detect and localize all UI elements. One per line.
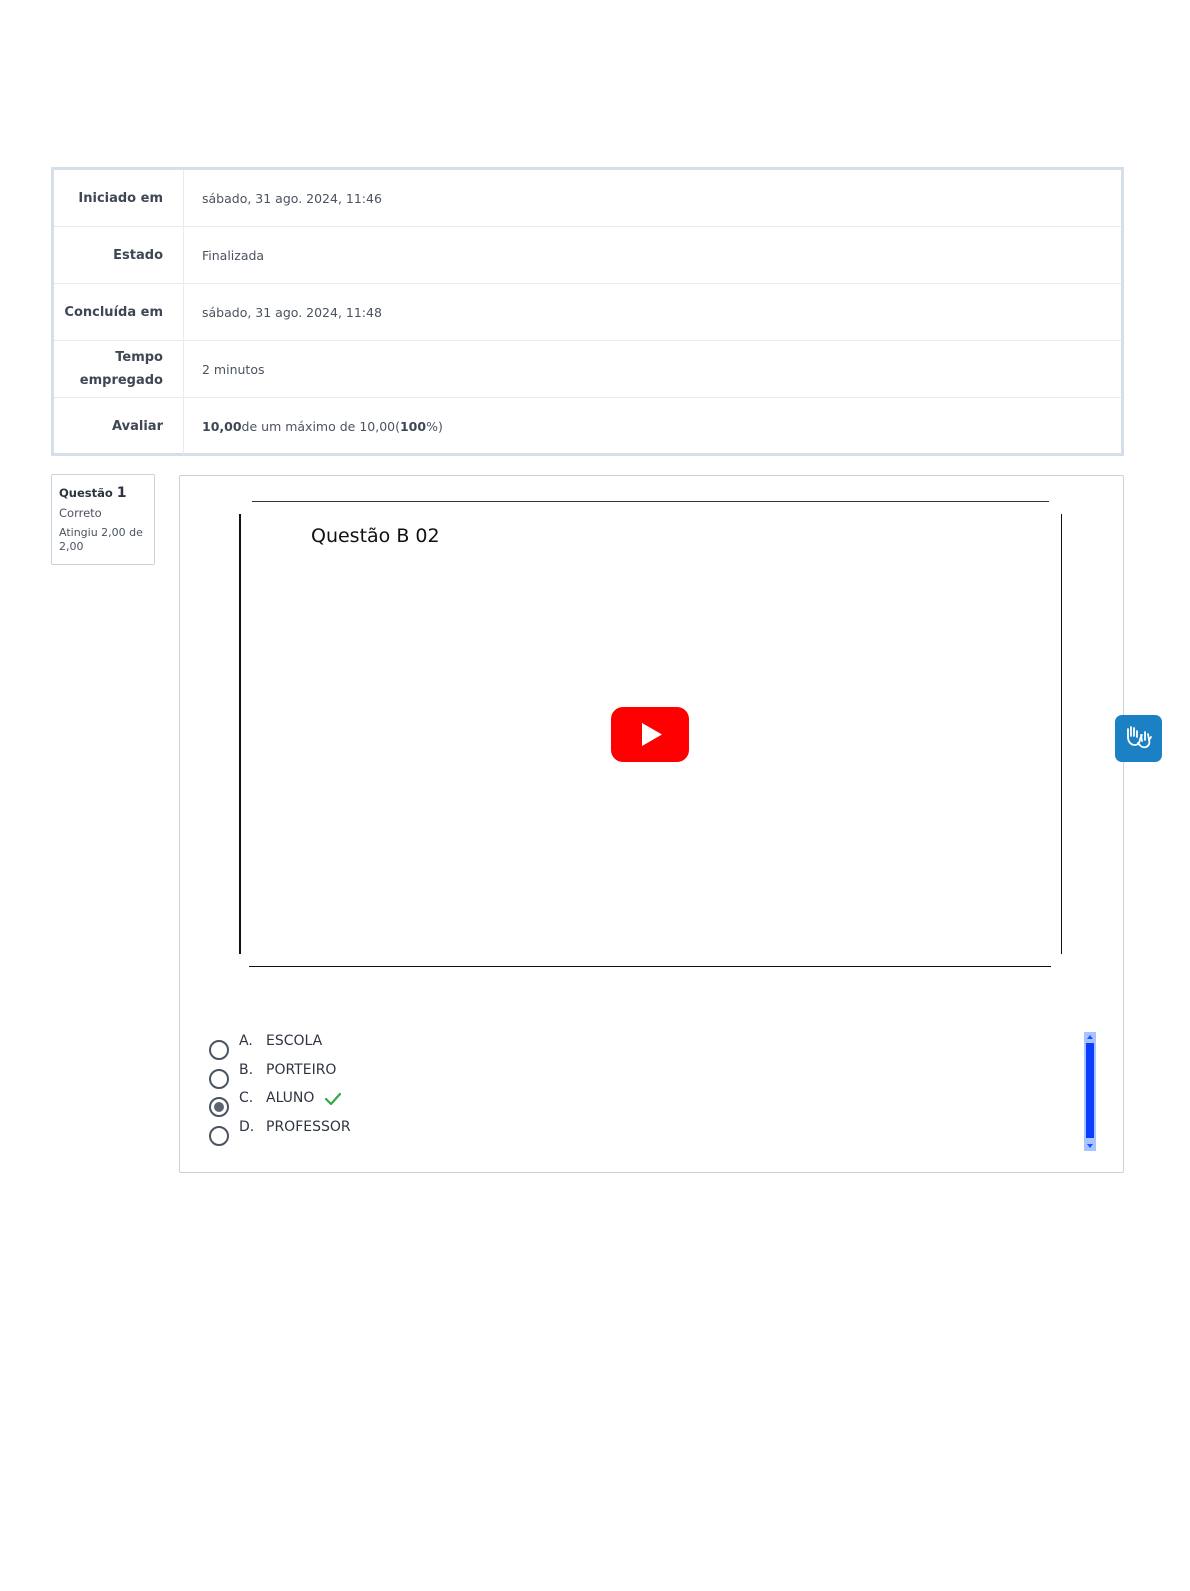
answers-scrollbar[interactable] bbox=[1084, 1032, 1096, 1151]
summary-row-state: Estado Finalizada bbox=[54, 227, 1121, 284]
summary-row-started: Iniciado em sábado, 31 ago. 2024, 11:46 bbox=[54, 170, 1121, 227]
summary-value: sábado, 31 ago. 2024, 11:48 bbox=[202, 304, 382, 320]
sign-language-hands-icon bbox=[1127, 726, 1152, 749]
summary-row-completed: Concluída em sábado, 31 ago. 2024, 11:48 bbox=[54, 284, 1121, 341]
answer-options: A. ESCOLA B. PORTEIRO C. ALUNO D. PROFES… bbox=[208, 1033, 1088, 1153]
summary-value-grade: 10,00 de um máximo de 10,00(100%) bbox=[184, 398, 1121, 455]
grade-score: 10,00 bbox=[202, 419, 242, 434]
youtube-play-icon[interactable] bbox=[611, 707, 689, 762]
attempt-summary-table: Iniciado em sábado, 31 ago. 2024, 11:46 … bbox=[51, 167, 1124, 456]
scroll-up-arrow-icon[interactable] bbox=[1087, 1035, 1093, 1039]
answer-text: PORTEIRO bbox=[266, 1062, 337, 1078]
grade-max-text: de um máximo de 10,00( bbox=[241, 419, 400, 434]
question-content: Questão B 02 A. ESCOLA B. PORTEIRO C. AL… bbox=[179, 475, 1124, 1173]
grade-percent: 100 bbox=[399, 419, 427, 434]
summary-row-time-taken: Tempo empregado 2 minutos bbox=[54, 341, 1121, 398]
summary-label: Concluída em bbox=[54, 284, 184, 340]
video-embed[interactable]: Questão B 02 bbox=[237, 501, 1064, 967]
summary-value: sábado, 31 ago. 2024, 11:46 bbox=[202, 190, 382, 206]
answer-letter: C. bbox=[239, 1090, 254, 1106]
question-number: 1 bbox=[116, 485, 127, 501]
answer-text: ALUNO bbox=[266, 1090, 315, 1106]
answer-option-a[interactable]: A. ESCOLA bbox=[208, 1033, 608, 1061]
summary-label: Estado bbox=[54, 227, 184, 283]
summary-value: Finalizada bbox=[202, 247, 265, 263]
question-prefix: Questão bbox=[59, 486, 113, 500]
radio-button[interactable] bbox=[209, 1126, 229, 1146]
answer-letter: A. bbox=[239, 1033, 253, 1049]
question-number-title: Questão 1 bbox=[59, 485, 148, 501]
question-grade: Atingiu 2,00 de 2,00 bbox=[59, 526, 143, 553]
answer-letter: B. bbox=[239, 1062, 254, 1078]
summary-label: Iniciado em bbox=[54, 170, 184, 226]
accessibility-sign-language-button[interactable] bbox=[1115, 715, 1162, 762]
summary-row-grade: Avaliar 10,00 de um máximo de 10,00(100%… bbox=[54, 398, 1121, 455]
question-state: Correto bbox=[59, 506, 102, 520]
radio-button[interactable] bbox=[209, 1069, 229, 1089]
answer-text: ESCOLA bbox=[266, 1033, 323, 1049]
video-border-bottom bbox=[249, 965, 1051, 967]
answer-option-b[interactable]: B. PORTEIRO bbox=[208, 1062, 608, 1090]
video-border-top bbox=[252, 501, 1049, 502]
summary-label: Avaliar bbox=[54, 398, 184, 455]
answer-letter: D. bbox=[239, 1119, 255, 1135]
answer-option-c[interactable]: C. ALUNO bbox=[208, 1090, 608, 1118]
radio-button[interactable] bbox=[209, 1040, 229, 1060]
video-border-left bbox=[239, 514, 241, 954]
summary-label: Tempo empregado bbox=[54, 341, 184, 397]
scroll-thumb[interactable] bbox=[1086, 1043, 1094, 1138]
scroll-down-arrow-icon[interactable] bbox=[1087, 1144, 1093, 1148]
radio-button-checked[interactable] bbox=[209, 1097, 229, 1117]
video-border-right bbox=[1060, 514, 1062, 954]
answer-text: PROFESSOR bbox=[266, 1119, 351, 1135]
summary-value: 2 minutos bbox=[202, 361, 265, 377]
video-title: Questão B 02 bbox=[311, 525, 440, 547]
answer-option-d[interactable]: D. PROFESSOR bbox=[208, 1119, 608, 1147]
grade-percent-suffix: %) bbox=[426, 419, 443, 434]
question-info-box: Questão 1 Correto Atingiu 2,00 de 2,00 bbox=[51, 474, 155, 565]
correct-check-icon bbox=[324, 1092, 342, 1106]
